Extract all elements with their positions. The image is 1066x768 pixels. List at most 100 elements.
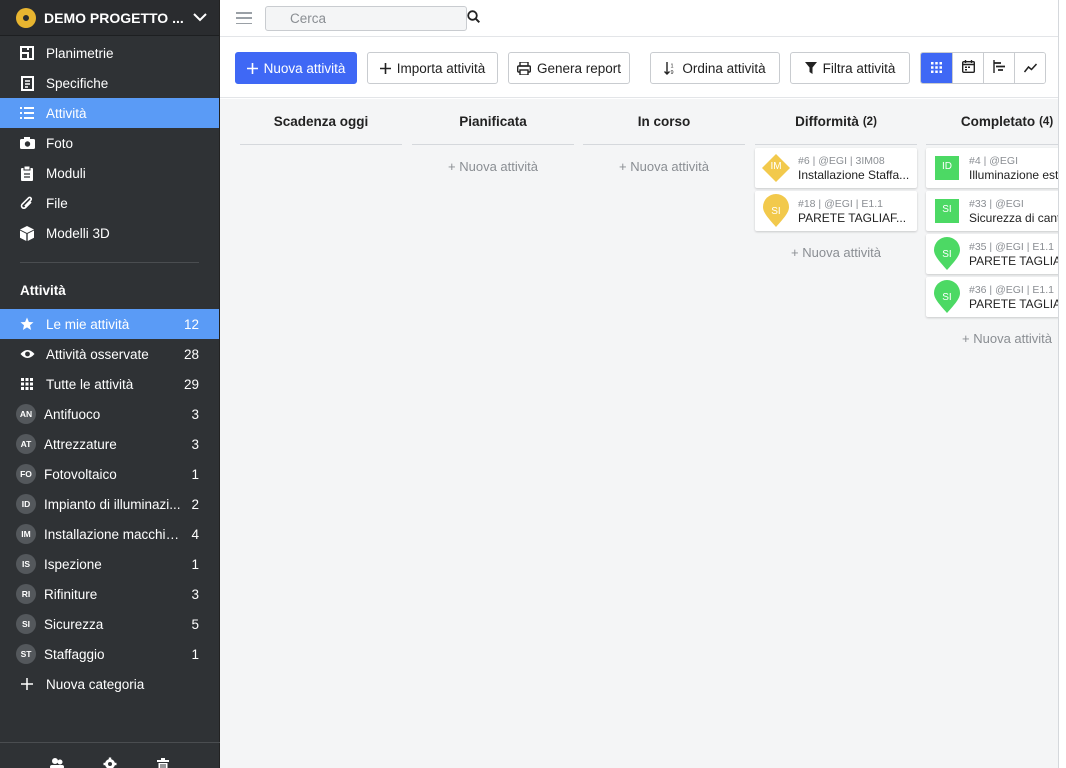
sidebar-item-planimetrie[interactable]: Planimetrie — [0, 38, 219, 68]
category-badge: RI — [16, 584, 36, 604]
column-title-label: Pianificata — [459, 114, 527, 129]
task-card-badge: SI — [771, 206, 781, 217]
column-title: Pianificata — [412, 99, 574, 145]
menu-icon[interactable] — [236, 12, 252, 24]
project-selector[interactable]: DEMO PROGETTO ... — [0, 0, 219, 36]
category-badge: ID — [16, 494, 36, 514]
sidebar-item-tutte-le-attivit[interactable]: Tutte le attività 29 — [0, 369, 219, 399]
sidebar-item-sicurezza[interactable]: SI Sicurezza 5 — [0, 609, 219, 639]
sidebar-item-file[interactable]: File — [0, 188, 219, 218]
category-badge: IM — [16, 524, 36, 544]
floorplan-icon — [18, 44, 36, 62]
import-tasks-button[interactable]: Importa attività — [367, 52, 498, 84]
svg-text:9: 9 — [671, 70, 674, 75]
generate-report-button[interactable]: Genera report — [508, 52, 630, 84]
column-count: (4) — [1039, 115, 1054, 128]
gantt-view-button[interactable] — [983, 53, 1014, 83]
new-task-button[interactable]: Nuova attività — [235, 52, 357, 84]
filter-tasks-button[interactable]: Filtra attività — [790, 52, 910, 84]
sidebar-item-fotovoltaico[interactable]: FO Fotovoltaico 1 — [0, 459, 219, 489]
document-icon — [18, 74, 36, 92]
new-category-label: Nuova categoria — [46, 676, 145, 692]
task-card[interactable]: SI #35 | @EGI | E1.1 PARETE TAGLIAI — [926, 234, 1058, 274]
task-card-meta: #4 | @EGI — [969, 154, 1018, 167]
chevron-down-icon[interactable] — [191, 9, 209, 27]
count-label: 5 — [191, 616, 199, 632]
users-icon[interactable] — [49, 754, 65, 768]
diamond-icon: IM — [761, 153, 791, 183]
sidebar-item-modelli-3d[interactable]: Modelli 3D — [0, 218, 219, 248]
add-task-link[interactable]: + Nuova attività — [755, 245, 917, 260]
sidebar-item-moduli[interactable]: Moduli — [0, 158, 219, 188]
sidebar-item-label: Modelli 3D — [46, 225, 110, 241]
task-card-text: #6 | @EGI | 3IM08 Installazione Staffa... — [798, 154, 917, 183]
sidebar-item-label: File — [46, 195, 68, 211]
task-card-badge: IM — [770, 161, 782, 172]
column-title: Completato (4) — [926, 99, 1058, 145]
sort-tasks-button[interactable]: 19 Ordina attività — [650, 52, 780, 84]
calendar-view-button[interactable] — [952, 53, 983, 83]
task-card[interactable]: SI #18 | @EGI | E1.1 PARETE TAGLIAF... — [755, 191, 917, 231]
sidebar-item-attivita[interactable]: Attività — [0, 98, 219, 128]
calendar-icon — [961, 60, 975, 76]
printer-icon — [516, 61, 531, 75]
search-input[interactable] — [290, 10, 467, 26]
sidebar-item-staffaggio[interactable]: ST Staffaggio 1 — [0, 639, 219, 669]
sidebar-item-label: Foto — [46, 135, 74, 151]
count-label: 1 — [191, 466, 199, 482]
board-column: In corso + Nuova attività — [583, 99, 745, 174]
task-card[interactable]: ID #4 | @EGI Illuminazione est — [926, 148, 1058, 188]
sidebar-item-label: Fotovoltaico — [44, 466, 117, 482]
sidebar-item-specifiche[interactable]: Specifiche — [0, 68, 219, 98]
sidebar: DEMO PROGETTO ... Planimetrie Specifiche… — [0, 0, 220, 768]
task-card-badge: SI — [942, 204, 952, 215]
new-category-button[interactable]: Nuova categoria — [0, 669, 219, 699]
sidebar-item-label: Rifiniture — [44, 586, 98, 602]
count-label: 12 — [183, 316, 199, 332]
sidebar-item-label: Staffaggio — [44, 646, 105, 662]
sidebar-item-foto[interactable]: Foto — [0, 128, 219, 158]
sidebar-item-label: Le mie attività — [46, 316, 130, 332]
sidebar-item-label: Antifuoco — [44, 406, 101, 422]
board-column: Pianificata + Nuova attività — [412, 99, 574, 174]
sidebar-item-attrezzature[interactable]: AT Attrezzature 3 — [0, 429, 219, 459]
square-icon: SI — [932, 196, 962, 226]
gear-icon[interactable] — [102, 754, 118, 768]
sidebar-item-antifuoco[interactable]: AN Antifuoco 3 — [0, 399, 219, 429]
sort-icon: 19 — [664, 61, 676, 75]
camera-icon — [18, 134, 36, 152]
count-label: 4 — [191, 526, 199, 542]
sidebar-item-impianto-di-illuminazi[interactable]: ID Impianto di illuminazi... 2 — [0, 489, 219, 519]
task-card[interactable]: SI #36 | @EGI | E1.1 PARETE TAGLIAI — [926, 277, 1058, 317]
trash-icon[interactable] — [155, 754, 171, 768]
add-task-link[interactable]: + Nuova attività — [412, 159, 574, 174]
map-pin-icon: SI — [932, 280, 962, 313]
task-card-text: #4 | @EGI Illuminazione est — [969, 154, 1058, 183]
topbar — [220, 0, 1066, 36]
sidebar-item-rifiniture[interactable]: RI Rifiniture 3 — [0, 579, 219, 609]
board-view-button[interactable] — [921, 53, 952, 83]
task-card-text: #18 | @EGI | E1.1 PARETE TAGLIAF... — [798, 197, 917, 226]
task-card-title: Sicurezza di canti — [969, 210, 1058, 225]
clipboard-icon — [18, 164, 36, 182]
sidebar-item-attivit-osservate[interactable]: Attività osservate 28 — [0, 339, 219, 369]
column-title-label: Completato — [960, 114, 1036, 129]
category-badge: SI — [16, 614, 36, 634]
count-label: 2 — [191, 496, 199, 512]
column-title-label: In corso — [637, 114, 691, 129]
cube-icon — [18, 224, 36, 242]
search-icon[interactable] — [467, 10, 481, 26]
sidebar-item-ispezione[interactable]: IS Ispezione 1 — [0, 549, 219, 579]
task-card-badge: ID — [942, 161, 952, 172]
add-task-link[interactable]: + Nuova attività — [583, 159, 745, 174]
task-card-title: PARETE TAGLIAF... — [798, 210, 907, 225]
chart-view-button[interactable] — [1014, 53, 1045, 83]
project-name: DEMO PROGETTO ... — [44, 9, 184, 26]
sidebar-item-le-mie-attivit[interactable]: Le mie attività 12 — [0, 309, 219, 339]
sidebar-item-installazione-macchin[interactable]: IM Installazione macchin... 4 — [0, 519, 219, 549]
task-card[interactable]: SI #33 | @EGI Sicurezza di canti — [926, 191, 1058, 231]
task-card[interactable]: IM #6 | @EGI | 3IM08 Installazione Staffa.… — [755, 148, 917, 188]
add-task-link[interactable]: + Nuova attività — [926, 331, 1058, 346]
count-label: 28 — [183, 346, 199, 362]
paperclip-icon — [18, 194, 36, 212]
